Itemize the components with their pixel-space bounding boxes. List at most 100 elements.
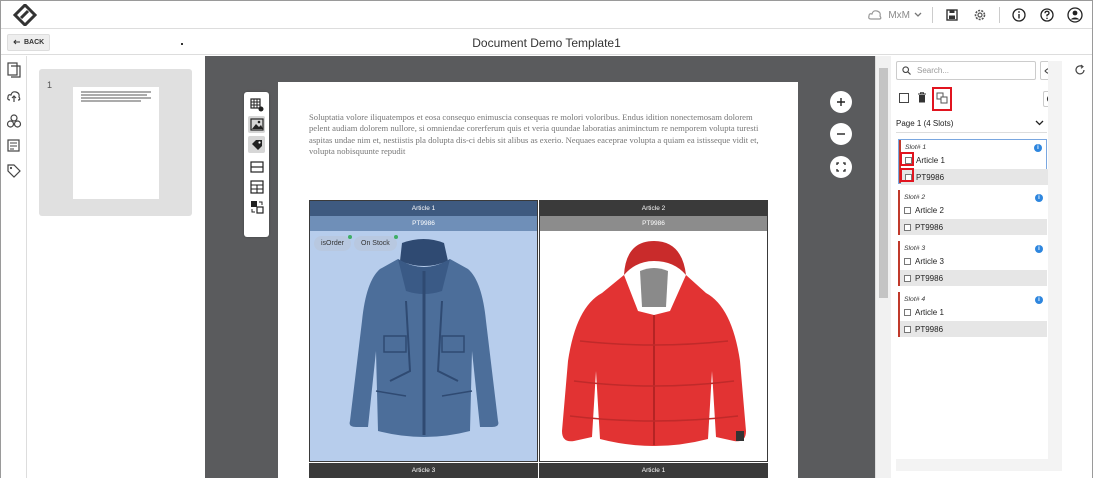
- thumbnail-line: [81, 97, 151, 99]
- grid-cell-1[interactable]: Article 1 PT9986 isOrder On Stock: [309, 200, 538, 462]
- divider: [932, 7, 933, 23]
- element-toolbox: [244, 92, 269, 237]
- page-select[interactable]: Page 1 (4 Slots): [896, 115, 1047, 133]
- help-icon[interactable]: [1038, 6, 1056, 24]
- page-thumbnail: [73, 87, 159, 199]
- slot-title: Slot# 2: [904, 194, 926, 201]
- zoom-in-button[interactable]: [830, 91, 852, 113]
- highlight-box: [900, 152, 914, 166]
- scrollbar-thumb[interactable]: [879, 68, 888, 298]
- cell-article-label: Article 3: [411, 467, 436, 474]
- trash-icon[interactable]: [915, 91, 928, 104]
- chevron-down-icon: [914, 10, 922, 21]
- slot-article-label: Article 1: [916, 155, 945, 165]
- info-icon[interactable]: i: [1035, 194, 1043, 202]
- swap-icon[interactable]: [248, 198, 265, 215]
- row-layout-icon[interactable]: [248, 158, 265, 175]
- save-icon[interactable]: [943, 6, 961, 24]
- checkbox[interactable]: [904, 274, 911, 282]
- slot-2[interactable]: Slot# 2 i Article 2 PT9986: [898, 190, 1047, 235]
- info-icon[interactable]: [1010, 6, 1028, 24]
- grid-cell-4[interactable]: Article 1: [539, 463, 768, 478]
- checkbox[interactable]: [904, 206, 911, 214]
- slot-article-row[interactable]: Article 1: [900, 304, 1047, 320]
- slot-title: Slot# 1: [905, 144, 927, 151]
- checkbox[interactable]: [904, 325, 911, 333]
- jacket-image-red: [540, 231, 769, 463]
- cell-pt-label: PT9986: [540, 216, 767, 231]
- grid-cell-3[interactable]: Article 3: [309, 463, 538, 478]
- grid-settings-icon[interactable]: [248, 96, 265, 113]
- cell-article-label: Article 1: [641, 467, 666, 474]
- cell-pt-label: PT9986: [310, 216, 537, 231]
- user-name: MxM: [888, 9, 910, 21]
- logo-icon[interactable]: [12, 2, 38, 28]
- image-tool-icon[interactable]: [248, 116, 265, 133]
- slot-article-label: Article 1: [915, 307, 944, 317]
- highlight-box: [932, 87, 952, 111]
- slot-pt-label: PT9986: [915, 222, 944, 232]
- top-bar: MxM: [1, 1, 1092, 29]
- slot-3[interactable]: Slot# 3 i Article 3 PT9986: [898, 241, 1047, 286]
- refresh-icon[interactable]: [1074, 63, 1086, 81]
- top-right-toolbar: MxM: [866, 5, 1084, 25]
- slot-4[interactable]: Slot# 4 i Article 1 PT9986: [898, 292, 1047, 337]
- info-icon[interactable]: i: [1035, 296, 1043, 304]
- search-box[interactable]: [896, 61, 1036, 80]
- fit-screen-button[interactable]: [830, 156, 852, 178]
- cloud-upload-icon[interactable]: [6, 88, 22, 104]
- editor-canvas: Soluptatia volore iliquatempos et eosa c…: [205, 56, 875, 478]
- select-all-checkbox[interactable]: [897, 91, 910, 104]
- components-icon[interactable]: [6, 113, 22, 129]
- slot-article-label: Article 2: [915, 205, 944, 215]
- slot-pt-row[interactable]: PT9986: [900, 219, 1047, 235]
- info-icon[interactable]: i: [1035, 245, 1043, 253]
- cloud-user-icon: [866, 6, 884, 24]
- slot-title: Slot# 4: [904, 296, 926, 303]
- slot-pt-row[interactable]: PT9986: [901, 169, 1048, 185]
- left-icon-rail: [1, 56, 27, 478]
- checkbox[interactable]: [904, 223, 911, 231]
- info-icon[interactable]: i: [1034, 144, 1042, 152]
- slot-pt-row[interactable]: PT9986: [900, 321, 1047, 337]
- zoom-out-button[interactable]: [830, 123, 852, 145]
- jacket-image-blue: isOrder On Stock: [310, 231, 539, 463]
- page-thumbnail-card[interactable]: 1: [39, 69, 192, 216]
- document-page: Soluptatia volore iliquatempos et eosa c…: [278, 82, 798, 478]
- catalog-icon[interactable]: [6, 138, 22, 154]
- slot-article-row[interactable]: Article 1: [901, 152, 1048, 168]
- cell-article-label: Article 2: [540, 201, 767, 216]
- slot-pt-label: PT9986: [915, 273, 944, 283]
- slots-scrollbar[interactable]: [1048, 61, 1062, 471]
- search-input[interactable]: [917, 66, 1027, 75]
- thumbnail-line: [81, 94, 147, 96]
- plus-icon: [837, 98, 845, 106]
- slot-1[interactable]: Slot# 1 i Article 1 PT9986: [898, 139, 1048, 185]
- slot-pt-row[interactable]: PT9986: [900, 270, 1047, 286]
- document-paragraph: Soluptatia volore iliquatempos et eosa c…: [309, 112, 759, 156]
- pages-icon[interactable]: [6, 62, 22, 78]
- divider: [999, 7, 1000, 23]
- highlight-box: [900, 168, 914, 182]
- checkbox[interactable]: [904, 308, 911, 316]
- account-icon[interactable]: [1066, 6, 1084, 24]
- checkbox[interactable]: [904, 257, 911, 265]
- chevron-down-icon: [1035, 119, 1044, 128]
- slots-horizontal-scrollbar[interactable]: [896, 459, 1061, 471]
- thumbnail-line: [81, 100, 141, 102]
- tag-icon[interactable]: [6, 163, 22, 179]
- slot-pt-label: PT9986: [916, 172, 945, 182]
- slots-panel: Page 1 (4 Slots) Slot# 1 i Article 1 PT9…: [891, 56, 1069, 478]
- user-menu[interactable]: MxM: [866, 6, 922, 24]
- slot-title: Slot# 3: [904, 245, 926, 252]
- gear-icon[interactable]: [971, 6, 989, 24]
- page-title: Document Demo Template1: [472, 36, 621, 50]
- title-bar: BACK Document Demo Template1: [1, 30, 1092, 55]
- grid-cell-2[interactable]: Article 2 PT9986: [539, 200, 768, 462]
- slot-article-row[interactable]: Article 2: [900, 202, 1047, 218]
- table-icon[interactable]: [248, 178, 265, 195]
- canvas-scrollbar[interactable]: [875, 56, 891, 478]
- page-select-value: Page 1 (4 Slots): [896, 119, 954, 128]
- tag-tool-icon[interactable]: [248, 136, 265, 153]
- slot-article-row[interactable]: Article 3: [900, 253, 1047, 269]
